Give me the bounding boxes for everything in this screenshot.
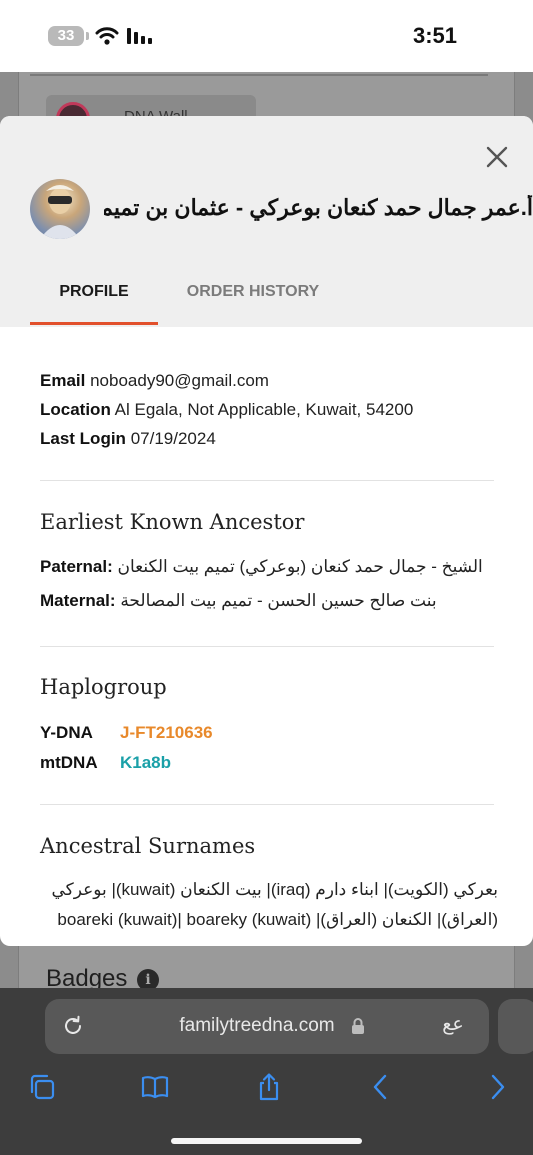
tab-order-history[interactable]: ORDER HISTORY [176, 283, 330, 313]
email-label: Email [40, 371, 86, 390]
maternal-label: Maternal: [40, 591, 116, 610]
battery-icon: 33 [48, 26, 84, 46]
reader-options-button[interactable]: عع [433, 1013, 473, 1039]
url-text: familytreedna.com [179, 1015, 335, 1036]
surnames-list: بعركي (الكويت)| ابناء دارم (iraq)| بيت ا… [51, 880, 498, 929]
back-icon[interactable] [366, 1072, 396, 1102]
user-name: أ.عمر جمال حمد كنعان بوعركي - عثمان بن ت… [104, 195, 533, 220]
divider [40, 804, 494, 805]
browser-toolbar: familytreedna.com عع [0, 988, 533, 1155]
paternal-row: Paternal: الشيخ - جمال حمد كنعان (بوعركي… [40, 557, 483, 577]
haplogroup-heading: Haplogroup [40, 675, 167, 699]
location-value: Al Egala, Not Applicable, Kuwait, 54200 [114, 400, 414, 419]
divider [40, 480, 494, 481]
paternal-label: Paternal: [40, 557, 113, 576]
active-tab-indicator [30, 322, 158, 325]
surnames-heading: Ancestral Surnames [40, 834, 256, 858]
modal-header: أ.عمر جمال حمد كنعان بوعركي - عثمان بن ت… [0, 116, 533, 327]
tab-profile[interactable]: PROFILE [30, 283, 158, 313]
tabs-icon[interactable] [27, 1072, 57, 1102]
bookmarks-icon[interactable] [140, 1072, 170, 1102]
forward-icon[interactable] [482, 1072, 512, 1102]
paternal-value: الشيخ - جمال حمد كنعان (بوعركي) تميم بيت… [117, 557, 483, 576]
location-row: Location Al Egala, Not Applicable, Kuwai… [40, 400, 413, 420]
maternal-row: Maternal: بنت صالح حسين الحسن - تميم بيت… [40, 591, 437, 611]
ancestor-heading: Earliest Known Ancestor [40, 510, 305, 534]
mtdna-value[interactable]: K1a8b [120, 753, 171, 773]
reload-icon[interactable] [62, 1015, 84, 1037]
maternal-value: بنت صالح حسين الحسن - تميم بيت المصالحة [120, 591, 437, 610]
avatar-image [40, 185, 80, 239]
clock: 3:51 [412, 23, 458, 48]
share-icon[interactable] [254, 1072, 284, 1102]
location-label: Location [40, 400, 111, 419]
lock-icon [352, 1018, 364, 1034]
last-login-label: Last Login [40, 429, 126, 448]
mtdna-label: mtDNA [40, 753, 98, 772]
ydna-label: Y-DNA [40, 723, 93, 742]
close-icon[interactable] [480, 140, 514, 174]
email-value: noboady90@gmail.com [90, 371, 269, 390]
email-row: Email noboady90@gmail.com [40, 371, 269, 391]
status-bar: 33 3:51 [0, 0, 533, 72]
next-tab-preview[interactable] [498, 999, 533, 1054]
home-indicator[interactable] [171, 1138, 362, 1144]
wifi-icon [95, 27, 119, 45]
last-login-row: Last Login 07/19/2024 [40, 429, 216, 449]
ydna-value[interactable]: J-FT210636 [120, 723, 213, 743]
avatar[interactable] [30, 179, 90, 239]
background-divider [30, 74, 488, 76]
profile-modal: أ.عمر جمال حمد كنعان بوعركي - عثمان بن ت… [0, 116, 533, 946]
address-bar[interactable]: familytreedna.com عع [45, 999, 489, 1054]
signal-icon [127, 28, 152, 44]
battery-cap [86, 32, 89, 40]
divider [40, 646, 494, 647]
last-login-value: 07/19/2024 [130, 429, 216, 448]
battery-level: 33 [57, 27, 75, 44]
